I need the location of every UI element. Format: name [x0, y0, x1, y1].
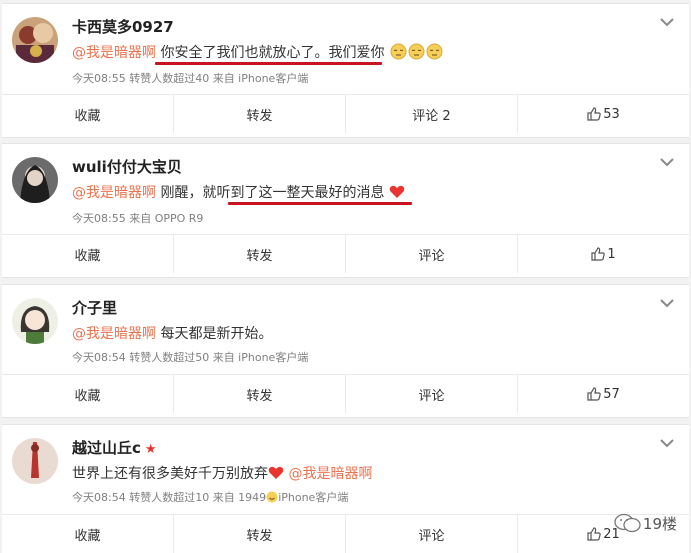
repost-button[interactable]: 转发	[174, 515, 346, 553]
like-button[interactable]: 1	[518, 235, 689, 273]
sleepy-face-icon	[408, 43, 425, 60]
username-link[interactable]: 越过山丘c	[72, 439, 141, 457]
heart-icon	[268, 466, 284, 479]
username: 越过山丘c ★	[72, 437, 157, 458]
post-meta: 今天08:55 来自 OPPO R9	[72, 212, 204, 225]
avatar-image	[12, 298, 58, 344]
action-bar: 收藏 转发 评论 2 53	[2, 94, 689, 133]
like-count: 1	[607, 246, 616, 262]
post-card: wuli付付大宝贝 @我是暗器啊 刚醒，就听到了这一整天最好的消息 今天08:5…	[2, 143, 689, 278]
comment-button[interactable]: 评论	[346, 235, 518, 273]
mention-link[interactable]: @我是暗器啊	[72, 185, 156, 201]
wechat-icon	[614, 513, 641, 533]
username[interactable]: wuli付付大宝贝	[72, 156, 182, 177]
sleepy-face-icon	[390, 43, 407, 60]
post-content: @我是暗器啊 你安全了我们也就放心了。我们爱你	[72, 42, 443, 62]
highlight-underline	[155, 62, 382, 65]
action-bar: 收藏 转发 评论 21	[2, 514, 689, 553]
thumbs-up-icon	[591, 247, 606, 261]
watermark: 19楼	[613, 512, 677, 534]
post-text: 世界上还有很多美好千万别放弃	[72, 466, 268, 482]
like-button[interactable]: 53	[518, 95, 689, 133]
mention-link[interactable]: @我是暗器啊	[72, 326, 156, 342]
like-count: 57	[603, 386, 620, 402]
username[interactable]: 介子里	[72, 297, 117, 318]
post-text: 刚醒，就听到了这一整天最好的消息	[160, 185, 385, 201]
repost-button[interactable]: 转发	[174, 235, 346, 273]
thumbs-up-icon	[587, 387, 601, 401]
chevron-down-icon[interactable]	[659, 297, 675, 309]
post-meta: 今天08:54 转赞人数超过50 来自 iPhone客户端	[72, 351, 309, 364]
collect-button[interactable]: 收藏	[2, 375, 174, 413]
avatar[interactable]	[12, 17, 58, 63]
thumbs-up-icon	[587, 107, 601, 121]
avatar-image	[12, 157, 58, 203]
comment-button[interactable]: 评论	[346, 515, 518, 553]
chevron-down-icon[interactable]	[659, 156, 675, 168]
post-content: @我是暗器啊 刚醒，就听到了这一整天最好的消息	[72, 182, 405, 202]
meta-text: 今天08:54 转赞人数超过10 来自 1949	[72, 491, 267, 504]
star-badge-icon: ★	[144, 442, 157, 457]
post-meta: 今天08:55 转赞人数超过40 来自 iPhone客户端	[72, 72, 309, 85]
avatar[interactable]	[12, 438, 58, 484]
post-card: 卡西莫多0927 @我是暗器啊 你安全了我们也就放心了。我们爱你 今天08:55…	[2, 3, 689, 138]
like-count: 53	[603, 106, 620, 122]
watermark-text: 19楼	[642, 514, 677, 533]
post-text: 每天都是新开始。	[160, 326, 273, 342]
collect-button[interactable]: 收藏	[2, 515, 174, 553]
avatar[interactable]	[12, 157, 58, 203]
sleepy-face-icon	[426, 43, 443, 60]
meta-source: iPhone客户端	[278, 491, 349, 504]
repost-button[interactable]: 转发	[174, 95, 346, 133]
post-text: 你安全了我们也就放心了。我们爱你	[160, 45, 385, 61]
action-bar: 收藏 转发 评论 57	[2, 374, 689, 413]
mention-link[interactable]: @我是暗器啊	[288, 466, 372, 482]
collect-button[interactable]: 收藏	[2, 95, 174, 133]
action-bar: 收藏 转发 评论 1	[2, 234, 689, 273]
avatar-image	[12, 438, 58, 484]
post-content: @我是暗器啊 每天都是新开始。	[72, 323, 272, 343]
comment-button[interactable]: 评论	[346, 375, 518, 413]
highlight-underline	[228, 202, 412, 205]
chevron-down-icon[interactable]	[659, 437, 675, 449]
like-button[interactable]: 57	[518, 375, 689, 413]
post-card: 介子里 @我是暗器啊 每天都是新开始。 今天08:54 转赞人数超过50 来自 …	[2, 284, 689, 418]
post-card: 越过山丘c ★ 世界上还有很多美好千万别放弃 @我是暗器啊 今天08:54 转赞人…	[2, 424, 689, 553]
heart-icon	[389, 185, 405, 198]
smile-emoji-icon	[266, 491, 278, 503]
collect-button[interactable]: 收藏	[2, 235, 174, 273]
repost-button[interactable]: 转发	[174, 375, 346, 413]
comment-button[interactable]: 评论 2	[346, 95, 518, 133]
post-content: 世界上还有很多美好千万别放弃 @我是暗器啊	[72, 463, 372, 483]
post-meta: 今天08:54 转赞人数超过10 来自 1949 iPhone客户端	[72, 489, 348, 505]
mention-link[interactable]: @我是暗器啊	[72, 45, 156, 61]
username[interactable]: 卡西莫多0927	[72, 16, 174, 37]
avatar-image	[12, 17, 58, 63]
chevron-down-icon[interactable]	[659, 16, 675, 28]
thumbs-up-icon	[587, 527, 601, 541]
avatar[interactable]	[12, 298, 58, 344]
